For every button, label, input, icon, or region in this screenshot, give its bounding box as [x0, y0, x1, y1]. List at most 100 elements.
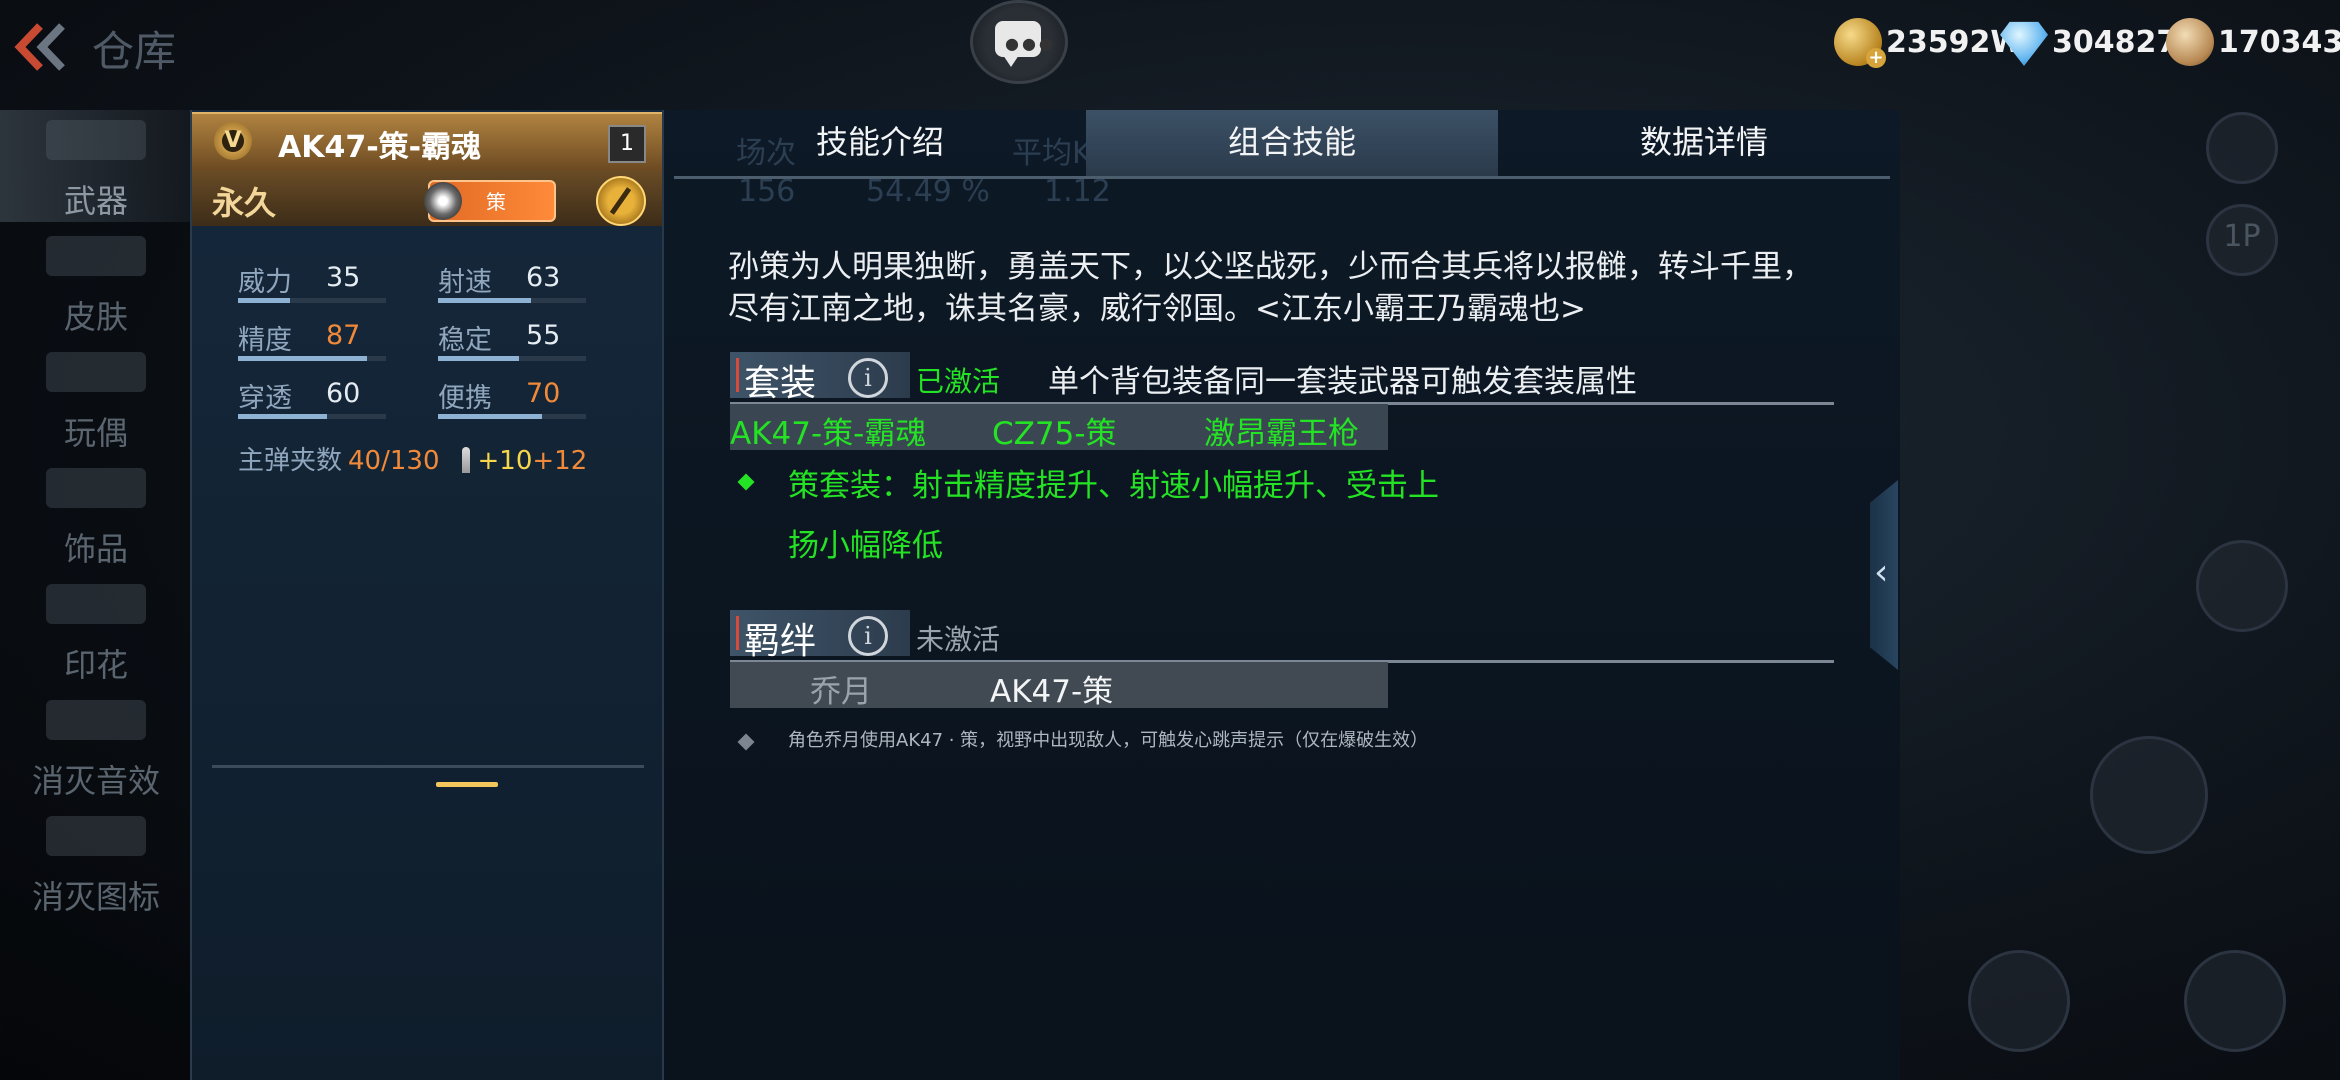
stat-bar-fill: [238, 356, 367, 361]
kill-sound-icon: [46, 700, 146, 740]
tab-combo-skill[interactable]: 组合技能: [1086, 110, 1498, 176]
stat-value: 70: [526, 378, 561, 409]
stat-bar-fill: [438, 414, 542, 419]
bond-title-tab: 羁绊 i: [730, 610, 910, 662]
nav-label: 消灭音效: [31, 762, 160, 800]
ammo-icon[interactable]: [2090, 736, 2208, 854]
ghost-value: 1.12: [1044, 174, 1111, 209]
divider: [212, 765, 644, 768]
stat-bar: [438, 414, 586, 419]
skin-icon: [46, 236, 146, 276]
weapon-subheader: 永久 策: [192, 170, 662, 226]
p1-label: 1P: [2223, 219, 2261, 254]
medal-coin-icon: [2166, 18, 2214, 66]
hide-icon[interactable]: [2184, 950, 2286, 1052]
currency-gold[interactable]: + 23592W: [1834, 18, 2023, 68]
stat-penetration: 穿透 60: [238, 376, 418, 424]
set-title: 套装: [744, 363, 817, 404]
bond-effect: 角色乔月使用AK47 · 策，视野中出现敌人，可触发心跳声提示（仅在爆破生效）: [788, 730, 1429, 751]
nav-label: 武器: [63, 182, 128, 220]
series-orb-icon: [424, 182, 462, 220]
set-item: 激昂霸王枪: [1204, 416, 1359, 452]
stat-label: 稳定: [438, 325, 492, 356]
stat-label: 便携: [438, 383, 492, 414]
chat-button[interactable]: ●●●: [970, 0, 1068, 84]
info-icon[interactable]: i: [848, 358, 888, 398]
stat-bar: [238, 414, 386, 419]
weapon-header: V AK47-策-霸魂 1: [192, 112, 662, 170]
accent-mark: [736, 358, 739, 392]
scroll-handle[interactable]: [436, 782, 498, 787]
player-toggle[interactable]: 1P: [2206, 204, 2278, 276]
weapon-duration: 永久: [212, 184, 277, 222]
nav-item-accessory[interactable]: 饰品: [0, 458, 192, 570]
tab-data-details[interactable]: 数据详情: [1498, 110, 1910, 176]
wing-icon[interactable]: [2196, 540, 2288, 632]
doll-icon: [46, 352, 146, 392]
stat-value: 60: [326, 378, 361, 409]
gamepad-icon[interactable]: [2206, 112, 2278, 184]
diamond-icon: [2000, 21, 2048, 66]
accent-mark: [736, 616, 739, 650]
swap-icon[interactable]: [1968, 950, 2070, 1052]
collapse-panel-button[interactable]: ‹: [1870, 480, 1898, 670]
medal-icon[interactable]: [596, 176, 646, 226]
set-status: 已激活: [916, 365, 1001, 398]
bullet-diamond-icon: [737, 473, 755, 491]
top-bar: 仓库 ●●● + 23592W 304827 1703437: [0, 0, 2340, 100]
back-button[interactable]: [10, 18, 70, 76]
nav-item-kill-icon[interactable]: 消灭图标: [0, 806, 192, 918]
currency-medal[interactable]: 1703437: [2166, 18, 2340, 66]
chat-bubble-icon: ●●●: [995, 21, 1053, 67]
bond-character: 乔月: [810, 674, 872, 710]
weapon-description: 孙策为人明果独断，勇盖天下，以父坚战死，少而合其兵将以报雠，转斗千里，尽有江南之…: [728, 249, 1813, 327]
bond-section-header: 羁绊 i 未激活: [730, 610, 1834, 663]
tab-skill-intro[interactable]: 技能介绍: [674, 110, 1086, 176]
stat-value: 55: [526, 320, 561, 351]
weapon-series-tag[interactable]: 策: [424, 180, 556, 222]
set-section-header: 套装 i 已激活 单个背包装备同一套装武器可触发套装属性: [730, 352, 1834, 405]
weapon-count: 1: [608, 125, 646, 163]
ammo-value: 40/130: [348, 446, 440, 476]
stat-bar: [238, 298, 386, 303]
bond-status: 未激活: [916, 623, 1001, 656]
nav-label: 消灭图标: [31, 878, 160, 916]
gold-coin-icon: +: [1834, 18, 1886, 68]
page-title: 仓库: [92, 27, 177, 76]
vip-badge-icon: V: [214, 122, 252, 160]
bond-title: 羁绊: [744, 621, 817, 662]
stat-label: 射速: [438, 267, 492, 298]
stat-bar-fill: [438, 298, 532, 303]
chevron-left-icon: ‹: [1874, 552, 1889, 593]
nav-item-doll[interactable]: 玩偶: [0, 342, 192, 454]
nav-item-kill-sound[interactable]: 消灭音效: [0, 690, 192, 802]
info-icon[interactable]: i: [848, 616, 888, 656]
bond-items: 乔月 AK47-策: [730, 662, 1388, 710]
stat-bar: [238, 356, 386, 361]
set-items: AK47-策-霸魂 CZ75-策 激昂霸王枪: [730, 404, 1388, 452]
stat-label: 精度: [238, 325, 292, 356]
stat-portability: 便携 70: [438, 376, 618, 424]
skill-panel: 场次 平均KDA 156 54.49 % 1.12 技能介绍 组合技能 数据详情…: [662, 110, 1900, 1080]
set-title-tab: 套装 i: [730, 352, 910, 404]
nav-item-skin[interactable]: 皮肤: [0, 226, 192, 338]
stat-label: 威力: [238, 267, 292, 298]
nav-label: 饰品: [63, 530, 128, 568]
stat-accuracy: 精度 87: [238, 318, 418, 366]
currency-diamond[interactable]: 304827: [2000, 18, 2177, 66]
back-double-chevron-icon: [14, 23, 65, 71]
set-effect: 策套装：射击精度提升、射速小幅提升、受击上扬小幅降低: [788, 468, 1439, 564]
stat-bar-fill: [438, 356, 520, 361]
nav-item-weapon[interactable]: 武器: [0, 110, 192, 222]
stat-value: 35: [326, 262, 361, 293]
accessory-icon: [46, 468, 146, 508]
nav-item-decal[interactable]: 印花: [0, 574, 192, 686]
ammo-label: 主弹夹数: [238, 446, 343, 476]
bond-weapon: AK47-策: [990, 674, 1114, 710]
decal-icon: [46, 584, 146, 624]
ammo-row: 主弹夹数 40/130 +10+12: [238, 440, 587, 477]
set-note: 单个背包装备同一套装武器可触发套装属性: [1048, 364, 1637, 400]
ammo-bonus-2: +12: [532, 446, 588, 476]
stat-bar: [438, 298, 586, 303]
stat-label: 穿透: [238, 383, 292, 414]
